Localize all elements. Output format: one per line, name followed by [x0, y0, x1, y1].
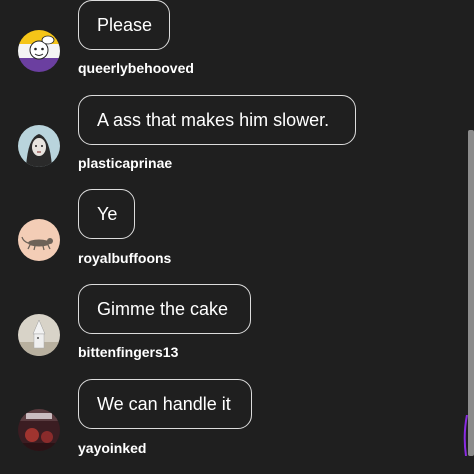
reply-username[interactable]: queerlybehooved: [78, 60, 194, 76]
portrait-avatar-icon[interactable]: [18, 125, 60, 167]
reply-item: Ye royalbuffoons: [0, 189, 468, 284]
reply-bubble: We can handle it: [78, 379, 252, 429]
reply-username[interactable]: bittenfingers13: [78, 344, 178, 360]
reply-item: We can handle it yayoinked: [0, 379, 468, 474]
reply-item: Please queerlybehooved: [0, 0, 468, 95]
reply-username[interactable]: yayoinked: [78, 440, 146, 456]
reply-username[interactable]: royalbuffoons: [78, 250, 171, 266]
figure-avatar-icon[interactable]: [18, 314, 60, 356]
reply-feed: Please queerlybehooved A ass that makes …: [0, 0, 468, 456]
reply-bubble: Please: [78, 0, 170, 50]
accent-edge-decoration: [463, 415, 468, 456]
reply-bubble: A ass that makes him slower.: [78, 95, 356, 145]
reply-item: A ass that makes him slower. plasticapri…: [0, 95, 468, 190]
reply-bubble: Gimme the cake: [78, 284, 251, 334]
photo-avatar-icon[interactable]: [18, 409, 60, 451]
animal-avatar-icon[interactable]: [18, 219, 60, 261]
scrollbar-thumb[interactable]: [468, 130, 474, 456]
reply-username[interactable]: plasticaprinae: [78, 155, 172, 171]
reply-bubble: Ye: [78, 189, 135, 239]
reply-item: Gimme the cake bittenfingers13: [0, 284, 468, 379]
cartoon-avatar-icon[interactable]: [18, 30, 60, 72]
